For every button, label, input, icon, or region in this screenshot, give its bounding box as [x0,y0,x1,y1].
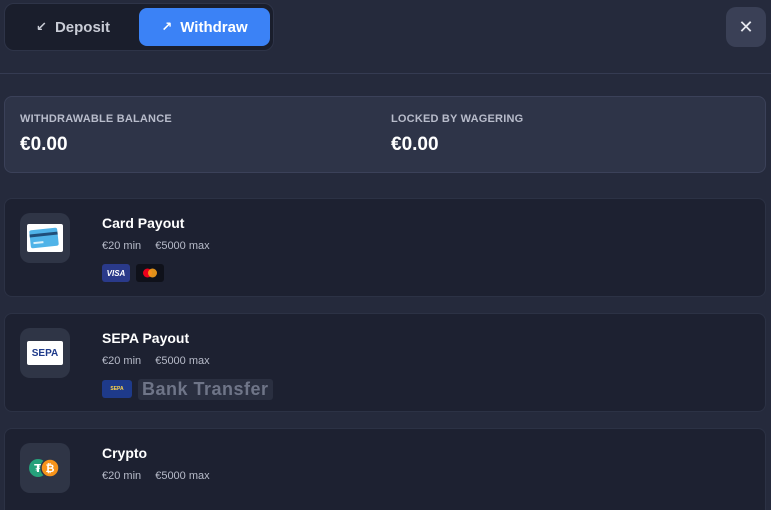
mastercard-icon [136,264,164,282]
modal-header: ↙ Deposit ↗ Withdraw ✕ [0,0,771,74]
sepa-mini-logo: SEPA [102,380,132,398]
payout-method-card[interactable]: SEPA SEPA Payout €20 min €5000 max SEPA … [4,313,766,412]
visa-badge: VISA [102,264,130,282]
deposit-withdraw-toggle: ↙ Deposit ↗ Withdraw [4,3,274,51]
arrow-up-right-icon: ↗ [161,19,173,34]
sepa-payout-logo: SEPA [20,328,70,378]
withdrawable-balance-value: €0.00 [20,134,68,155]
tab-deposit-label: Deposit [54,18,110,36]
tab-deposit[interactable]: ↙ Deposit [9,8,137,46]
card-brands: VISA [102,264,170,282]
locked-balance-value: €0.00 [391,134,439,155]
min-limit: €20 min [102,470,142,482]
withdrawable-balance-label: WITHDRAWABLE BALANCE [20,113,172,125]
sepa-logo: SEPA [27,341,63,365]
tab-withdraw-label: Withdraw [180,18,248,36]
bank-transfer-label: Bank Transfer [138,378,273,400]
crypto-coins-icon: ₮ ₿ [29,458,60,478]
method-limits: €20 min €5000 max [102,240,210,252]
tab-withdraw[interactable]: ↗ Withdraw [139,8,270,46]
max-limit: €5000 max [155,470,210,482]
max-limit: €5000 max [155,240,210,252]
svg-text:₿: ₿ [46,462,55,475]
max-limit: €5000 max [155,355,210,367]
credit-card-icon [27,224,63,252]
crypto-logo: ₮ ₿ [20,443,70,493]
card-payout-logo [20,213,70,263]
locked-balance-label: LOCKED BY WAGERING [391,113,524,125]
balance-summary: WITHDRAWABLE BALANCE €0.00 LOCKED BY WAG… [4,96,766,173]
arrow-down-left-icon: ↙ [36,19,47,34]
min-limit: €20 min [102,355,142,367]
method-limits: €20 min €5000 max [102,355,210,367]
close-icon: ✕ [738,16,754,37]
method-limits: €20 min €5000 max [102,470,210,482]
sepa-badges: SEPA Bank Transfer [102,378,273,400]
method-title: Card Payout [102,215,185,231]
method-title: Crypto [102,445,148,461]
payout-method-card[interactable]: Card Payout €20 min €5000 max VISA [4,198,766,297]
payout-method-card[interactable]: ₮ ₿ Crypto €20 min €5000 max [4,428,766,510]
close-button[interactable]: ✕ [726,7,766,47]
min-limit: €20 min [102,240,142,252]
method-title: SEPA Payout [102,330,190,346]
